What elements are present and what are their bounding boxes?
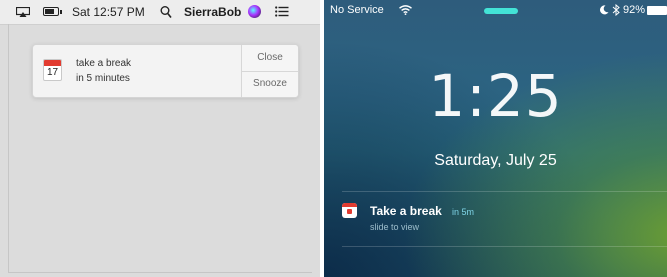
calendar-icon: 17 — [43, 59, 62, 81]
call-in-progress-pill — [484, 8, 518, 14]
snooze-button[interactable]: Snooze — [242, 71, 298, 97]
macos-screen: Sat 12:57 PM SierraBob 17 take a break i… — [0, 0, 320, 277]
slide-to-view-hint[interactable]: slide to view — [370, 222, 419, 232]
window-edge — [8, 24, 9, 273]
ios-notification-time: in 5m — [452, 207, 475, 217]
battery-icon[interactable] — [43, 7, 62, 16]
divider — [342, 191, 667, 192]
lock-screen-date: Saturday, July 25 — [434, 152, 557, 169]
window-edge — [8, 272, 312, 273]
notification-subtitle: in 5 minutes — [76, 73, 130, 84]
battery-percent: 92% — [623, 4, 646, 16]
divider — [342, 246, 667, 247]
siri-icon[interactable] — [248, 5, 261, 18]
menubar-clock[interactable]: Sat 12:57 PM — [72, 0, 145, 24]
do-not-disturb-icon — [600, 5, 609, 15]
ios-notification-title[interactable]: Take a break — [370, 204, 442, 218]
airplay-icon[interactable] — [16, 7, 30, 17]
notification-center-icon[interactable] — [275, 6, 289, 17]
ios-lock-screen: No Service 92% 1:25 Saturday, July 25 Ta… — [324, 0, 667, 277]
search-icon[interactable] — [160, 5, 172, 19]
notification-title: take a break — [76, 58, 132, 69]
mac-notification-banner[interactable]: 17 take a break in 5 minutes Close Snooz… — [32, 44, 299, 98]
carrier-label: No Service — [330, 4, 384, 16]
calendar-icon — [342, 203, 357, 218]
calendar-day: 17 — [46, 67, 59, 78]
battery-icon — [647, 6, 667, 15]
bluetooth-icon — [612, 4, 620, 16]
menubar-user-name[interactable]: SierraBob — [184, 0, 241, 24]
notification-actions: Close Snooze — [241, 45, 298, 97]
wifi-icon — [399, 5, 412, 15]
close-button[interactable]: Close — [242, 45, 298, 72]
menu-bar: Sat 12:57 PM SierraBob — [0, 0, 320, 25]
lock-screen-time: 1:25 — [428, 62, 563, 130]
